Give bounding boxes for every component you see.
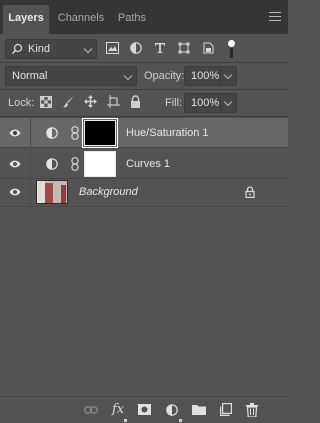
fill-field[interactable]: 100% <box>184 93 237 113</box>
smart-object-filter-icon[interactable] <box>203 42 214 54</box>
adjustment-menu-dot <box>179 419 182 422</box>
new-adjustment-icon[interactable] <box>166 404 178 416</box>
layer-name[interactable]: Curves 1 <box>126 158 170 170</box>
adjustment-filter-icon[interactable] <box>130 42 142 54</box>
lock-position-icon[interactable] <box>84 95 97 108</box>
layer-name[interactable]: Background <box>79 186 138 198</box>
fill-slider-button[interactable] <box>220 94 236 112</box>
opacity-field[interactable]: 100% <box>184 66 237 86</box>
lock-icon[interactable] <box>245 186 255 198</box>
eye-icon <box>9 188 21 196</box>
opacity-slider-button[interactable] <box>220 67 236 85</box>
new-group-icon[interactable] <box>192 404 206 415</box>
fx-menu-dot <box>124 419 127 422</box>
tab-paths[interactable]: Paths <box>113 5 151 34</box>
visibility-toggle[interactable] <box>0 118 31 148</box>
fx-icon[interactable]: fx <box>112 402 124 417</box>
delete-icon[interactable] <box>246 403 258 417</box>
tab-layers[interactable]: Layers <box>3 5 49 34</box>
lock-transparent-pixels-icon[interactable] <box>40 96 52 108</box>
add-mask-icon[interactable] <box>138 404 151 415</box>
lock-label: Lock: <box>8 97 35 109</box>
layer-row-hue-saturation[interactable]: Hue/Saturation 1 <box>0 118 288 148</box>
layer-mask-thumbnail[interactable] <box>84 151 116 177</box>
fill-label: Fill: <box>165 97 183 109</box>
eye-icon <box>9 160 21 168</box>
chevron-down-icon <box>123 71 133 81</box>
blend-mode-value: Normal <box>12 70 48 82</box>
filter-kind-label: Kind <box>28 43 51 55</box>
link-layers-icon[interactable] <box>84 406 98 414</box>
lock-artboard-icon[interactable] <box>107 95 120 108</box>
layer-mask-thumbnail[interactable] <box>82 118 118 148</box>
layer-thumbnail[interactable] <box>36 180 68 204</box>
lock-all-icon[interactable] <box>130 95 141 108</box>
visibility-toggle[interactable] <box>0 177 31 207</box>
layer-name[interactable]: Hue/Saturation 1 <box>126 127 209 139</box>
search-icon <box>11 43 23 55</box>
lock-image-pixels-icon[interactable] <box>62 95 75 109</box>
tab-channels[interactable]: Channels <box>51 5 111 34</box>
filter-kind-dropdown[interactable]: Kind <box>5 39 97 59</box>
panel-menu-icon[interactable] <box>269 12 281 22</box>
panel-tab-bar: Layers Channels Paths <box>0 0 288 34</box>
chevron-down-icon <box>223 97 233 107</box>
adjustment-layer-icon <box>46 127 58 139</box>
layer-row-background[interactable]: Background <box>0 177 288 207</box>
shape-filter-icon[interactable] <box>178 42 190 54</box>
opacity-value: 100% <box>191 70 220 82</box>
chevron-down-icon <box>223 70 233 80</box>
type-filter-icon[interactable] <box>154 42 166 54</box>
opacity-label: Opacity: <box>144 70 185 82</box>
eye-icon <box>9 129 21 137</box>
new-layer-icon[interactable] <box>220 403 232 416</box>
adjustment-layer-icon <box>46 158 58 170</box>
blend-mode-dropdown[interactable]: Normal <box>5 66 137 86</box>
visibility-toggle[interactable] <box>0 149 31 179</box>
chevron-down-icon <box>83 44 93 54</box>
filter-toggle-icon[interactable] <box>226 39 236 59</box>
fill-value: 100% <box>191 97 220 109</box>
pixel-filter-icon[interactable] <box>106 42 119 54</box>
layer-row-curves[interactable]: Curves 1 <box>0 149 288 179</box>
layers-bottom-toolbar: fx <box>0 396 288 423</box>
link-chain-icon[interactable] <box>71 157 79 171</box>
link-chain-icon[interactable] <box>71 126 79 140</box>
